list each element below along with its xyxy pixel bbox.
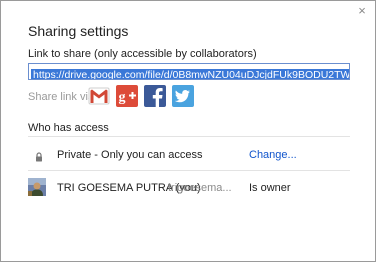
lock-icon (34, 149, 44, 162)
sharing-settings-dialog: × Sharing settings Link to share (only a… (0, 0, 376, 262)
google-plus-icon[interactable]: g (116, 85, 138, 107)
divider (28, 136, 350, 137)
share-link-value[interactable]: https://drive.google.com/file/d/0B8mwNZU… (31, 69, 349, 79)
share-link-input[interactable]: https://drive.google.com/file/d/0B8mwNZU… (28, 63, 350, 80)
close-icon[interactable]: × (355, 4, 369, 18)
who-has-access-heading: Who has access (28, 122, 109, 134)
change-visibility-link[interactable]: Change... (249, 149, 297, 161)
avatar (28, 178, 46, 196)
gmail-icon[interactable] (88, 85, 110, 107)
twitter-icon[interactable] (172, 85, 194, 107)
link-label: Link to share (only accessible by collab… (28, 48, 257, 60)
share-via-label: Share link via: (28, 91, 98, 103)
svg-text:g: g (119, 90, 126, 105)
visibility-status: Private - Only you can access (57, 149, 203, 161)
owner-role: Is owner (249, 182, 291, 194)
owner-email: trigoesema... (168, 182, 232, 194)
divider (28, 170, 350, 171)
facebook-icon[interactable] (144, 85, 166, 107)
dialog-title: Sharing settings (28, 23, 129, 39)
